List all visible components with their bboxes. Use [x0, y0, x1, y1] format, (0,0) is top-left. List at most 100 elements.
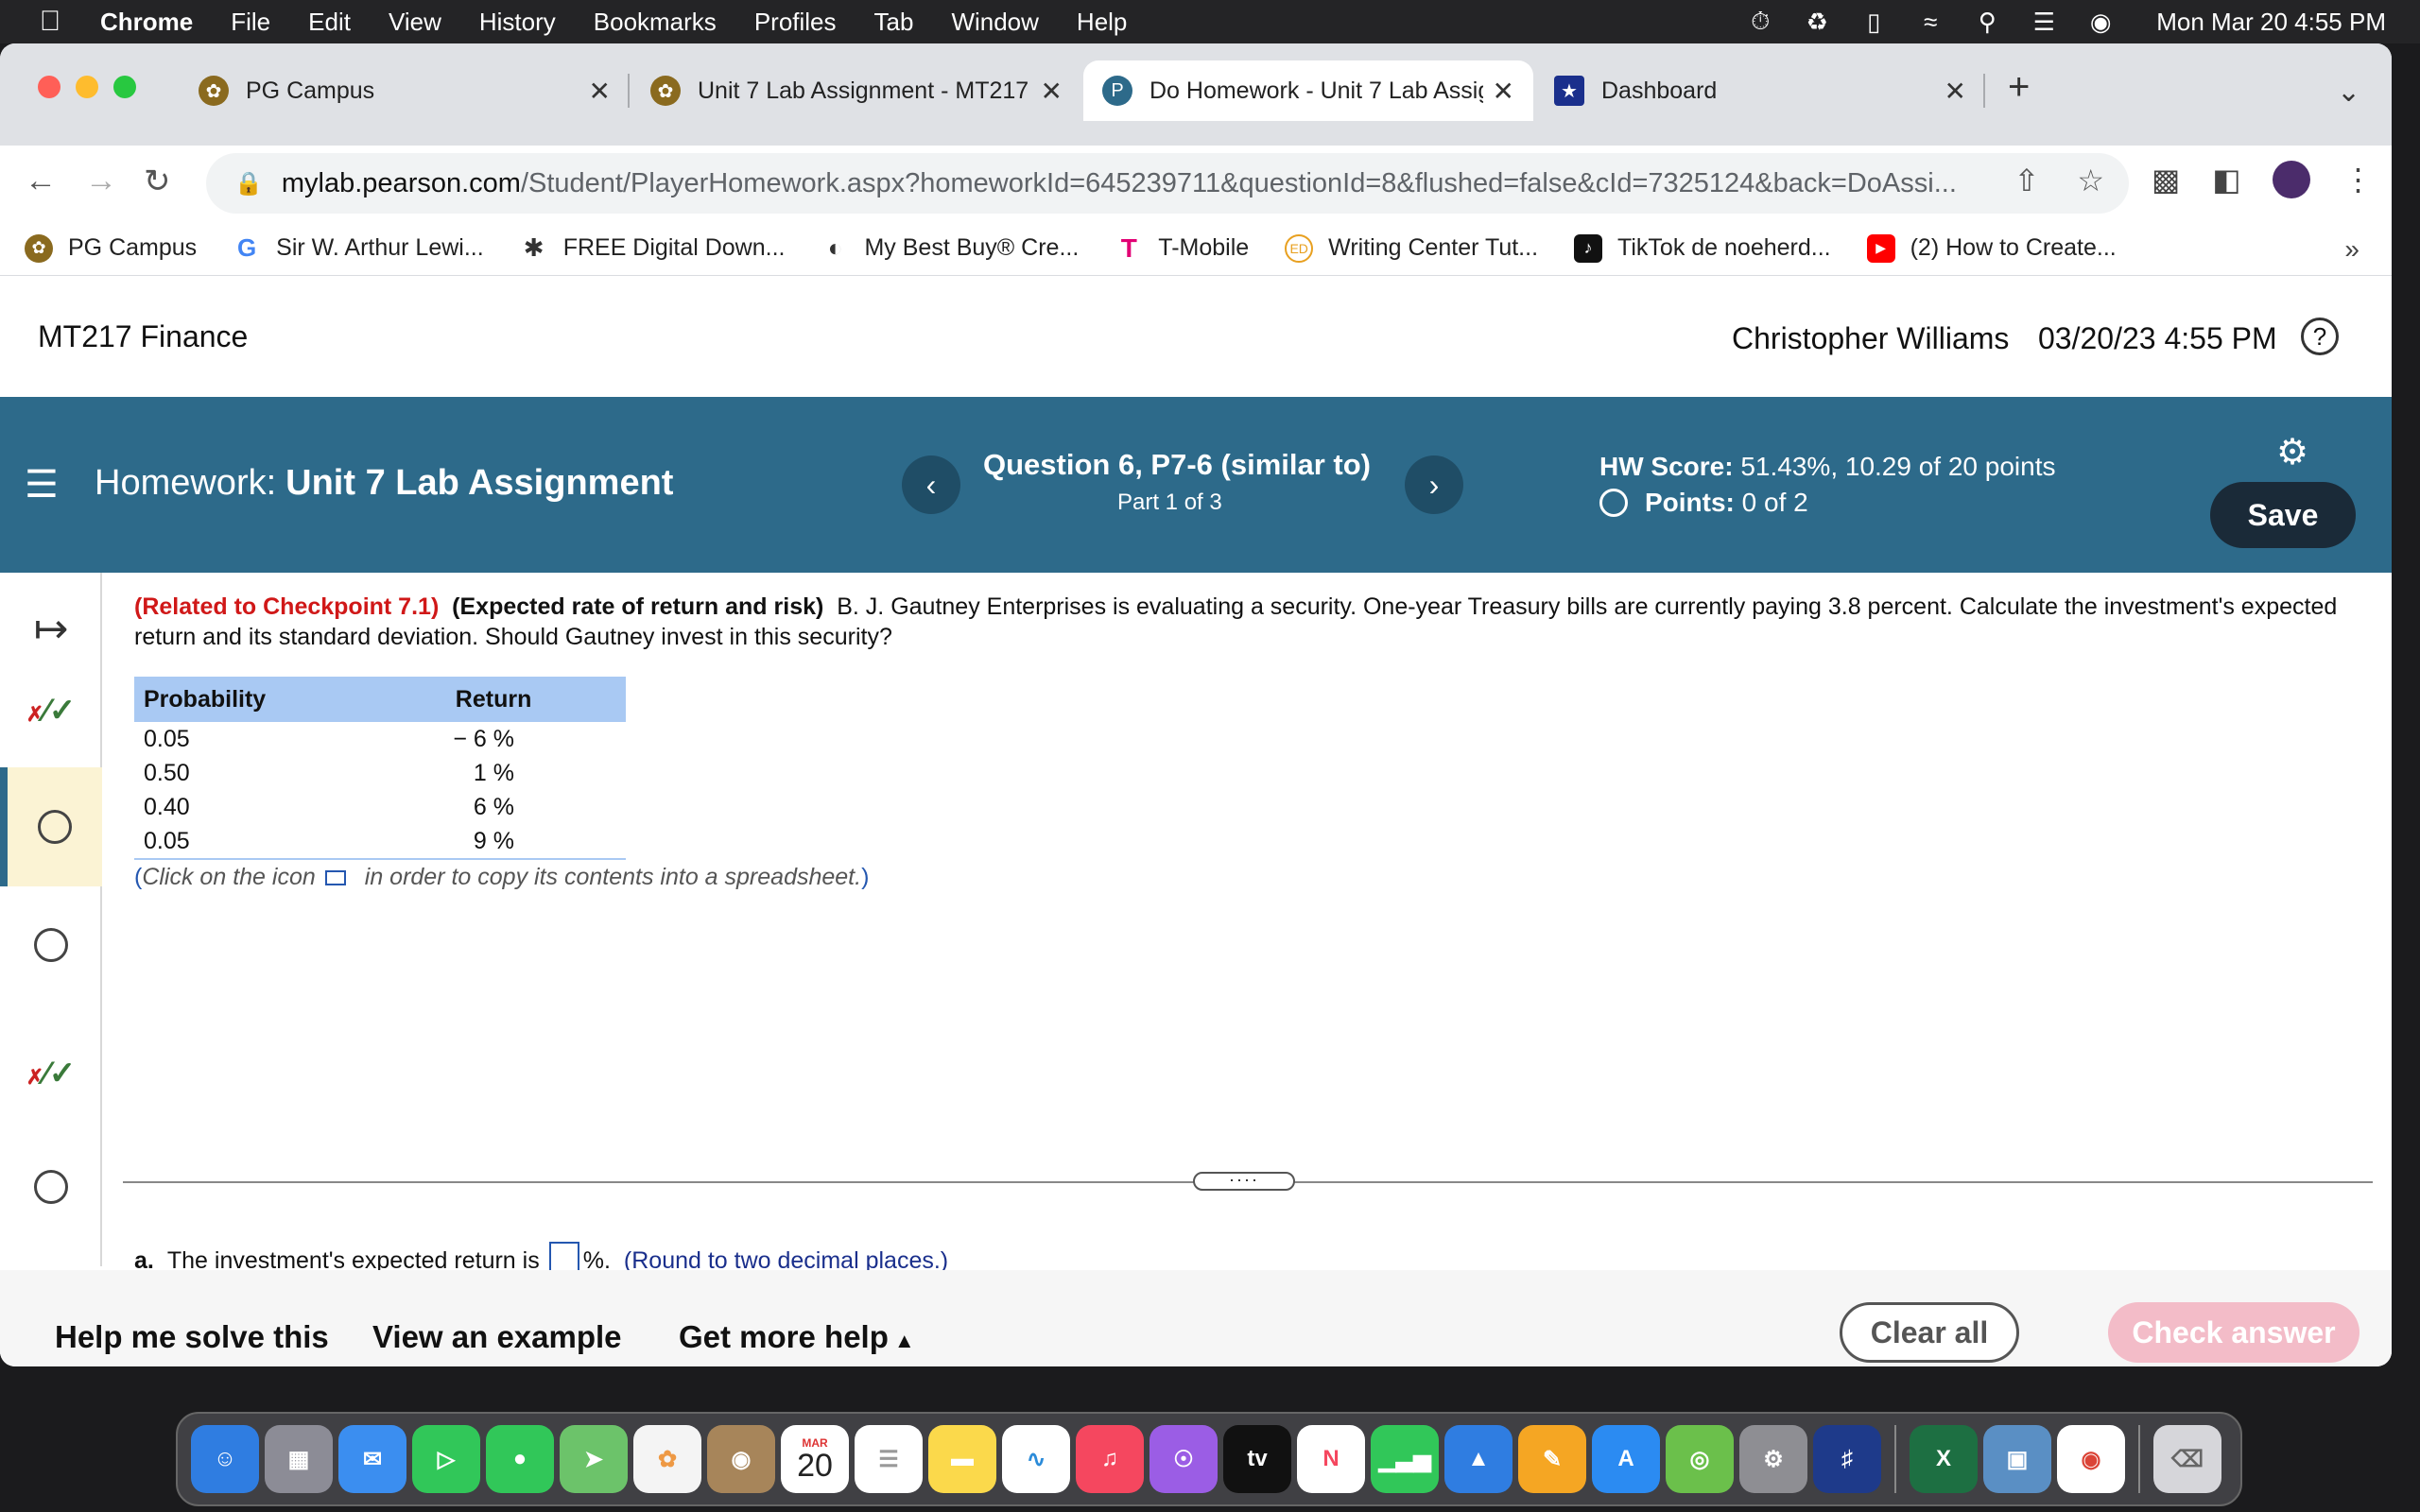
expand-sidebar-button[interactable]: ↦	[0, 595, 102, 662]
reload-icon[interactable]: ↻	[144, 163, 171, 200]
related-checkpoint-link[interactable]: (Related to Checkpoint 7.1)	[134, 593, 439, 620]
trash-icon[interactable]: ⌫	[2153, 1425, 2221, 1493]
app-store-icon[interactable]: A	[1592, 1425, 1660, 1493]
excel-icon[interactable]: X	[1910, 1425, 1978, 1493]
music-icon[interactable]: ♫	[1076, 1425, 1144, 1493]
hamburger-menu-icon[interactable]: ☰	[25, 463, 59, 507]
profile-avatar[interactable]	[2273, 161, 2311, 198]
bookmark-youtube-how-to[interactable]: ▶ (2) How to Create...	[1866, 233, 2117, 263]
clear-all-button[interactable]: Clear all	[1840, 1302, 2019, 1363]
spotlight-search-icon[interactable]: ⚲	[1973, 8, 2001, 36]
address-bar[interactable]: 🔒 mylab.pearson.com /Student/PlayerHomew…	[206, 153, 2129, 214]
apple-icon[interactable]: 	[0, 6, 100, 38]
close-tab-icon[interactable]: ✕	[1945, 76, 1966, 107]
check-answer-button[interactable]: Check answer	[2108, 1302, 2360, 1363]
more-bookmarks-icon[interactable]: »	[2344, 234, 2360, 265]
bookmark-t-mobile[interactable]: T T-Mobile	[1115, 233, 1249, 263]
launchpad-icon[interactable]: ▦	[265, 1425, 333, 1493]
menu-view[interactable]: View	[389, 8, 441, 37]
help-me-solve-button[interactable]: Help me solve this	[55, 1319, 329, 1355]
find-my-icon[interactable]: ◎	[1666, 1425, 1734, 1493]
menu-window[interactable]: Window	[951, 8, 1038, 37]
facetime-icon[interactable]: ▷	[412, 1425, 480, 1493]
battery-icon[interactable]: ▯	[1859, 8, 1888, 36]
notes-icon[interactable]: ▬	[928, 1425, 996, 1493]
sidebar-question-unanswered[interactable]	[0, 907, 102, 983]
chrome-icon[interactable]: ◉	[2057, 1425, 2125, 1493]
next-question-button[interactable]: ›	[1405, 455, 1463, 514]
sidebar-question-partial[interactable]: ✗⁄✓	[0, 1036, 102, 1111]
podcasts-icon[interactable]: ☉	[1150, 1425, 1218, 1493]
copy-to-spreadsheet-icon[interactable]	[324, 870, 346, 886]
close-tab-icon[interactable]: ✕	[589, 76, 611, 107]
get-more-help-button[interactable]: Get more help ▲	[679, 1319, 915, 1355]
preview-icon[interactable]: ▣	[1983, 1425, 2051, 1493]
back-arrow-icon[interactable]: ←	[25, 163, 57, 199]
numbers-icon[interactable]: ▁▃▅	[1371, 1425, 1439, 1493]
zoom-window-button[interactable]	[113, 76, 136, 98]
view-example-button[interactable]: View an example	[372, 1319, 622, 1355]
pages-icon[interactable]: ✎	[1518, 1425, 1586, 1493]
wifi-icon[interactable]: ≈	[1916, 8, 1945, 36]
sidebar-question-unanswered[interactable]	[0, 1149, 102, 1225]
save-button[interactable]: Save	[2210, 482, 2356, 548]
news-icon[interactable]: N	[1297, 1425, 1365, 1493]
menu-bookmarks[interactable]: Bookmarks	[594, 8, 717, 37]
bookmark-writing-center[interactable]: ED Writing Center Tut...	[1285, 233, 1538, 263]
siri-icon[interactable]: ◉	[2086, 8, 2115, 36]
menu-app-chrome[interactable]: Chrome	[100, 8, 193, 37]
close-tab-icon[interactable]: ✕	[1041, 76, 1063, 107]
tab-pg-campus[interactable]: ✿ PG Campus ✕	[180, 60, 630, 121]
previous-question-button[interactable]: ‹	[902, 455, 960, 514]
finder-icon[interactable]: ☺	[191, 1425, 259, 1493]
maps-icon[interactable]: ➤	[560, 1425, 628, 1493]
keynote-icon[interactable]: ▲	[1444, 1425, 1512, 1493]
control-center-icon[interactable]: ☰	[2030, 8, 2058, 36]
tab-do-homework[interactable]: P Do Homework - Unit 7 Lab Assignment ✕	[1083, 60, 1533, 121]
sidebar-question-partial[interactable]: ✗⁄✓	[0, 675, 102, 747]
close-tab-icon[interactable]: ✕	[1493, 76, 1514, 107]
bookmark-pg-campus[interactable]: ✿ PG Campus	[25, 233, 197, 263]
chrome-menu-icon[interactable]: ⋮	[2342, 162, 2373, 198]
menu-clock[interactable]: Mon Mar 20 4:55 PM	[2156, 8, 2386, 37]
apple-tv-icon[interactable]: tv	[1223, 1425, 1291, 1493]
system-settings-icon[interactable]: ⚙	[1739, 1425, 1807, 1493]
help-question-icon[interactable]: ?	[2301, 318, 2339, 355]
menu-tab[interactable]: Tab	[874, 8, 914, 37]
tab-dashboard[interactable]: ★ Dashboard ✕	[1535, 60, 1985, 121]
bookmark-star-icon[interactable]: ☆	[2077, 163, 2104, 198]
extensions-puzzle-icon[interactable]: ▩	[2152, 162, 2180, 198]
new-tab-button[interactable]: +	[2008, 66, 2030, 109]
close-window-button[interactable]	[38, 76, 60, 98]
photos-icon[interactable]: ✿	[633, 1425, 701, 1493]
sync-icon[interactable]: ♻	[1803, 8, 1831, 36]
contacts-icon[interactable]: ◉	[707, 1425, 775, 1493]
mail-icon[interactable]: ✉	[338, 1425, 406, 1493]
settings-gear-icon[interactable]: ⚙	[2276, 431, 2308, 473]
menu-file[interactable]: File	[231, 8, 270, 37]
menu-history[interactable]: History	[479, 8, 556, 37]
freeform-icon[interactable]: ∿	[1002, 1425, 1070, 1493]
timer-icon[interactable]: ⏱	[1746, 7, 1774, 36]
tab-search-chevron-icon[interactable]: ⌄	[2337, 76, 2360, 109]
sidebar-question-current[interactable]	[0, 767, 102, 886]
reminders-icon[interactable]: ☰	[855, 1425, 923, 1493]
tab-unit7-lab[interactable]: ✿ Unit 7 Lab Assignment - MT217 ✕	[631, 60, 1081, 121]
menu-help[interactable]: Help	[1077, 8, 1127, 37]
pane-resize-handle[interactable]: ····	[1193, 1171, 1295, 1191]
bookmark-sir-arthur-lewis[interactable]: G Sir W. Arthur Lewi...	[233, 233, 484, 263]
bookmark-my-best-buy[interactable]: ◐ My Best Buy® Cre...	[821, 233, 1080, 263]
bookmark-tiktok[interactable]: ♪ TikTok de noeherd...	[1574, 233, 1831, 263]
calendar-icon[interactable]: MAR 20	[781, 1425, 849, 1493]
forward-arrow-icon[interactable]: →	[85, 163, 117, 199]
course-name[interactable]: MT217 Finance	[38, 319, 248, 354]
menu-profiles[interactable]: Profiles	[754, 8, 837, 37]
lock-icon[interactable]: 🔒	[234, 170, 263, 198]
voice-memos-icon[interactable]: ♯	[1813, 1425, 1881, 1493]
side-panel-icon[interactable]: ◧	[2212, 162, 2240, 198]
messages-icon[interactable]: ●	[486, 1425, 554, 1493]
bookmark-free-digital-downloads[interactable]: ✱ FREE Digital Down...	[520, 233, 786, 263]
minimize-window-button[interactable]	[76, 76, 98, 98]
share-icon[interactable]: ⇧	[2014, 163, 2040, 198]
menu-edit[interactable]: Edit	[308, 8, 351, 37]
